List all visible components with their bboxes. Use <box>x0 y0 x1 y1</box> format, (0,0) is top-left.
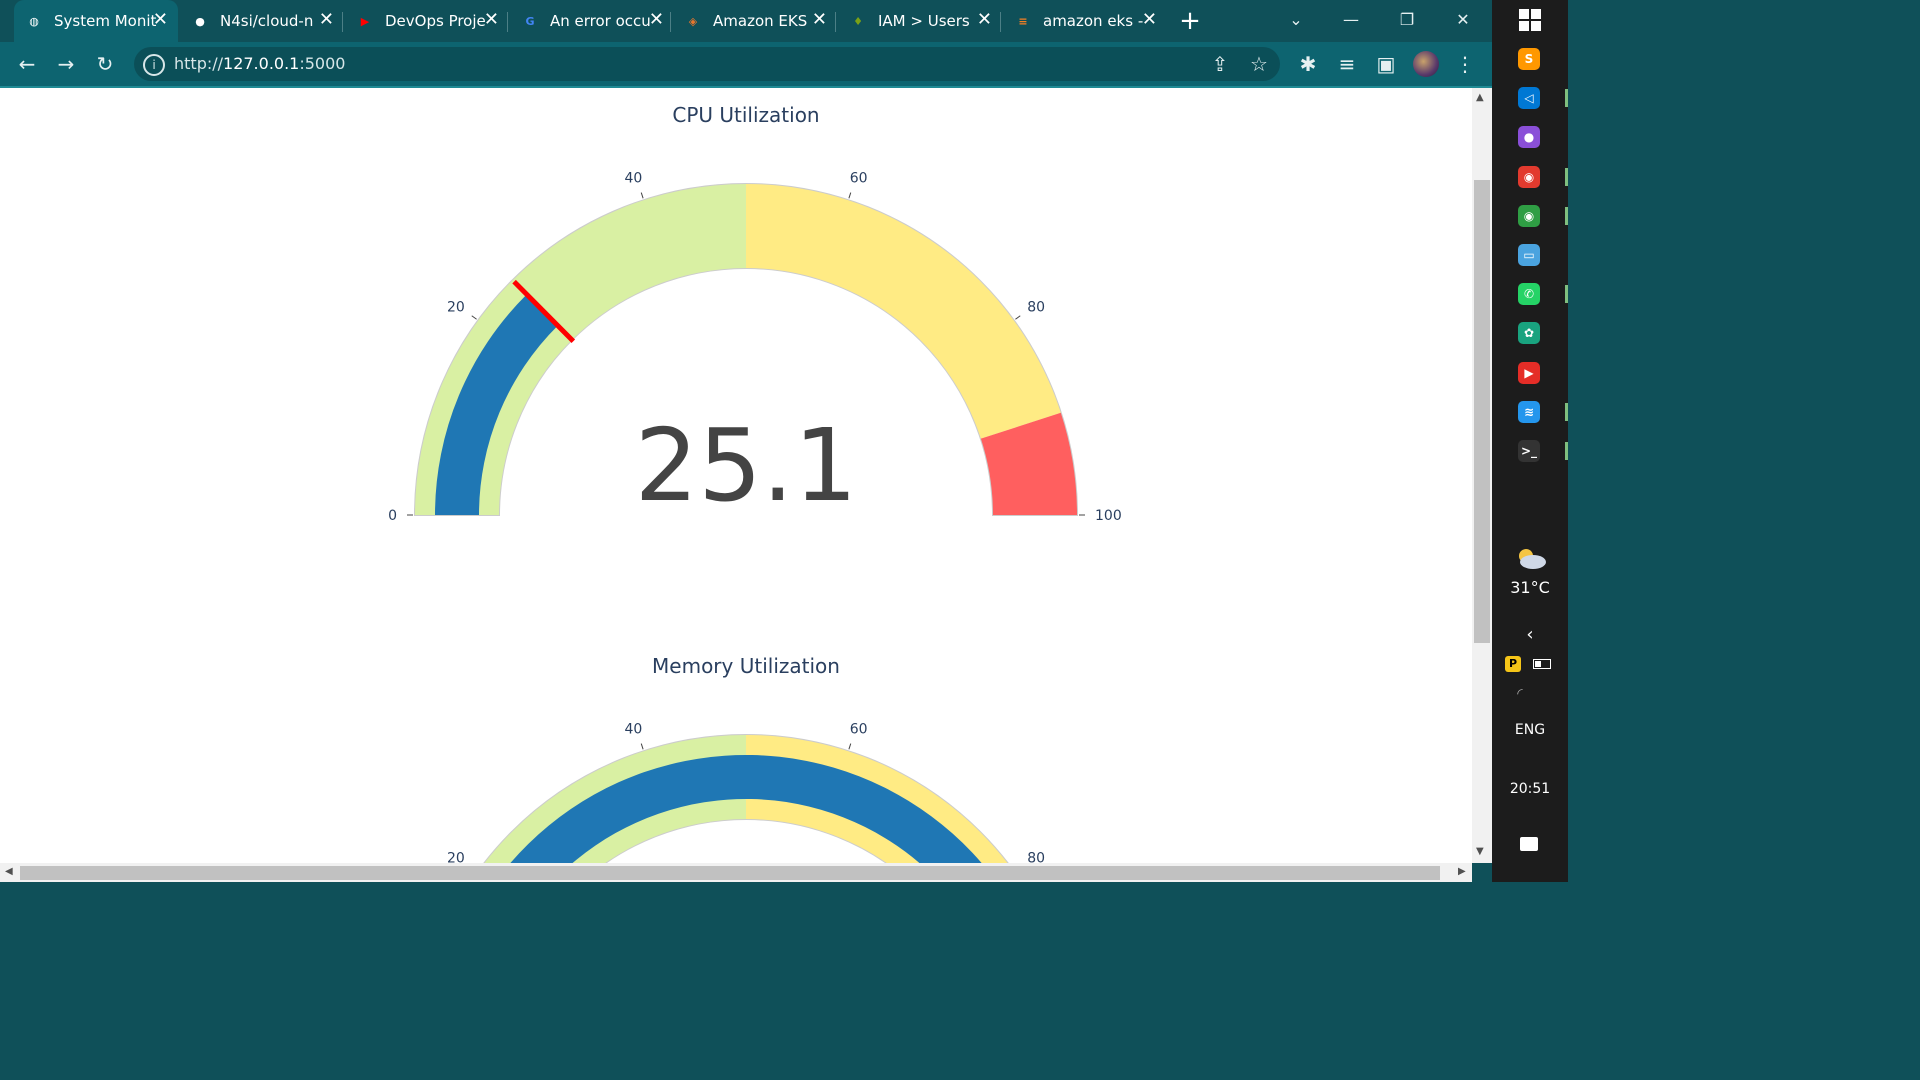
url-text[interactable]: http://127.0.0.1:5000 <box>174 54 345 73</box>
bookmark-star-icon[interactable]: ☆ <box>1245 50 1273 78</box>
tab-close-icon[interactable]: ✕ <box>484 10 499 30</box>
menu-kebab-icon[interactable]: ⋮ <box>1451 50 1479 78</box>
memory-gauge-tick-label: 20 <box>447 850 465 863</box>
vscode-icon[interactable]: ◁ <box>1518 87 1540 109</box>
extensions-icon[interactable]: ✱ <box>1294 50 1322 78</box>
tab-label: N4si/cloud-n <box>220 12 314 30</box>
vertical-scroll-thumb[interactable] <box>1474 180 1490 643</box>
running-app-indicator <box>1565 89 1568 107</box>
running-app-indicator <box>1565 168 1568 186</box>
laptop-icon[interactable]: ▭ <box>1518 244 1540 266</box>
language-indicator[interactable]: ENG <box>1496 722 1564 738</box>
memory-gauge-tick-label: 40 <box>624 721 642 737</box>
tab-close-icon[interactable]: ✕ <box>319 10 334 30</box>
media-control-icon[interactable]: ≡ <box>1333 50 1361 78</box>
tab-label: An error occu <box>550 12 651 30</box>
tab-label: DevOps Proje <box>385 12 486 30</box>
tab-close-icon[interactable]: ✕ <box>1142 10 1157 30</box>
tab-close-icon[interactable]: ✕ <box>153 10 168 30</box>
tab-label: System Monit <box>54 12 157 30</box>
tray-app-icon[interactable]: P <box>1505 656 1521 672</box>
tab-label: Amazon EKS <box>713 12 808 30</box>
memory-gauge-tick-label: 60 <box>850 721 868 737</box>
url-host: 127.0.0.1 <box>223 54 300 73</box>
memory-gauge-tick <box>640 743 644 750</box>
sublime-text-icon[interactable]: S <box>1518 48 1540 70</box>
running-app-indicator <box>1565 285 1568 303</box>
terminal-icon[interactable]: >_ <box>1518 440 1540 462</box>
browser-tab[interactable]: ≡ amazon eks - ✕ <box>1003 0 1167 42</box>
running-app-indicator <box>1565 403 1568 421</box>
google-icon: G <box>525 14 535 28</box>
clock[interactable]: 20:51 <box>1496 781 1564 797</box>
back-button[interactable]: ← <box>13 50 41 78</box>
site-info-icon[interactable]: i <box>143 54 165 76</box>
scroll-up-arrow-icon[interactable]: ▲ <box>1476 92 1484 103</box>
tab-close-icon[interactable]: ✕ <box>649 10 664 30</box>
restore-button[interactable]: ❐ <box>1389 6 1425 34</box>
horizontal-scroll-thumb[interactable] <box>20 866 1440 880</box>
profile-avatar[interactable] <box>1413 51 1439 77</box>
whatsapp-icon[interactable]: ✆ <box>1518 283 1540 305</box>
tab-close-icon[interactable]: ✕ <box>977 10 992 30</box>
memory-gauge-tick <box>848 743 852 750</box>
notifications-icon[interactable] <box>1520 837 1538 851</box>
tab-close-icon[interactable]: ✕ <box>812 10 827 30</box>
running-app-indicator <box>1565 207 1568 225</box>
browser-tab[interactable]: ◍ System Monit ✕ <box>14 0 178 42</box>
url-prefix: http:// <box>174 54 224 73</box>
scroll-down-arrow-icon[interactable]: ▼ <box>1476 846 1484 857</box>
wifi-icon[interactable]: ◜ <box>1500 686 1540 702</box>
page-content: CPU Utilization 0 20 40 60 80 100 25.1 Memory … <box>0 88 1472 863</box>
tab-separator <box>342 12 343 32</box>
tab-label: amazon eks - <box>1043 12 1144 30</box>
close-window-button[interactable]: ✕ <box>1445 6 1481 34</box>
browser-tab[interactable]: ♦ IAM > Users ✕ <box>838 0 1002 42</box>
aws-eks-icon: ◈ <box>688 14 698 28</box>
memory-gauge-tick-label: 80 <box>1027 850 1045 863</box>
globe-icon: ◍ <box>29 14 39 28</box>
url-suffix: :5000 <box>299 54 346 73</box>
tab-search-icon[interactable]: ⌄ <box>1278 6 1314 34</box>
share-icon[interactable]: ⇪ <box>1206 50 1234 78</box>
browser-tab[interactable]: ▶ DevOps Proje ✕ <box>345 0 509 42</box>
new-tab-button[interactable]: + <box>1176 6 1204 36</box>
chrome-icon[interactable]: ◉ <box>1518 166 1540 188</box>
browser-tab[interactable]: ◈ Amazon EKS ✕ <box>673 0 837 42</box>
youtube-icon: ▶ <box>360 14 370 28</box>
minimize-button[interactable]: — <box>1333 6 1369 34</box>
chatgpt-icon[interactable]: ✿ <box>1518 322 1540 344</box>
forward-button[interactable]: → <box>52 50 80 78</box>
browser-tab[interactable]: ● N4si/cloud-n ✕ <box>180 0 344 42</box>
tab-separator <box>1000 12 1001 32</box>
show-hidden-icons-chevron-icon[interactable]: ‹ <box>1496 624 1564 645</box>
github-icon: ● <box>195 14 205 28</box>
youtube-music-icon[interactable]: ▶ <box>1518 362 1540 384</box>
running-app-indicator <box>1565 442 1568 460</box>
windows-start-icon[interactable] <box>1519 9 1541 31</box>
reload-button[interactable]: ↻ <box>91 50 119 78</box>
tab-label: IAM > Users <box>878 12 970 30</box>
stackoverflow-icon: ≡ <box>1018 14 1028 28</box>
tab-separator <box>507 12 508 32</box>
scroll-right-arrow-icon[interactable]: ▶ <box>1458 866 1466 877</box>
chrome-profile-icon[interactable]: ◉ <box>1518 205 1540 227</box>
aws-iam-icon: ♦ <box>853 14 863 28</box>
docker-icon[interactable]: ≋ <box>1518 401 1540 423</box>
tab-separator <box>835 12 836 32</box>
battery-icon[interactable] <box>1533 659 1551 669</box>
tab-separator <box>670 12 671 32</box>
scroll-left-arrow-icon[interactable]: ◀ <box>5 866 13 877</box>
memory-gauge: 20 40 60 80 <box>447 721 1045 863</box>
weather-temperature[interactable]: 31°C <box>1496 578 1564 597</box>
github-desktop-icon[interactable]: ● <box>1518 126 1540 148</box>
weather-icon[interactable] <box>1514 546 1548 570</box>
side-panel-icon[interactable]: ▣ <box>1372 50 1400 78</box>
browser-tab[interactable]: G An error occu ✕ <box>510 0 674 42</box>
